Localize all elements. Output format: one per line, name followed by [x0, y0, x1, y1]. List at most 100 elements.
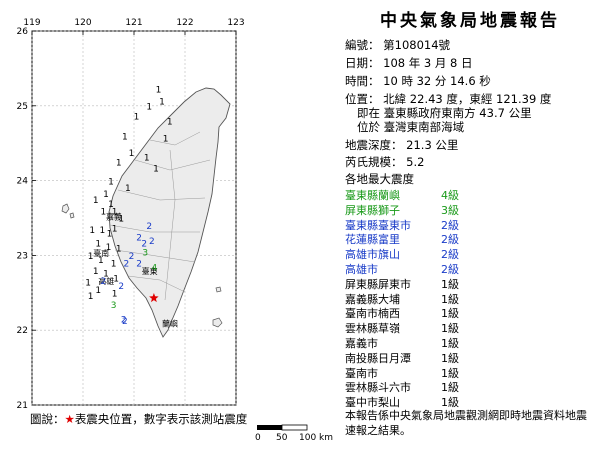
intensity-row: 南投縣日月潭 1級 [345, 352, 595, 367]
star-icon: ★ [64, 412, 75, 426]
station-name: 臺南市 [345, 366, 378, 380]
intensity-level: 1級 [441, 366, 459, 380]
station-name: 臺南市楠西 [345, 307, 400, 321]
place-label: 蘭嶼 [162, 318, 178, 328]
station-intensity: 1 [167, 118, 173, 128]
scale-bar: 0 50 100 km [255, 424, 333, 443]
intensity-level: 1級 [441, 381, 459, 395]
station-name: 屏東縣獅子 [345, 203, 400, 217]
station-name: 高雄市旗山 [345, 248, 400, 262]
intensity-level: 1級 [441, 351, 459, 365]
station-intensity: 2 [101, 277, 107, 287]
lat-tick-label: 21 [17, 401, 28, 411]
intensity-row: 臺南市楠西 1級 [345, 307, 595, 322]
station-name: 花蓮縣富里 [345, 233, 400, 247]
station-intensity: 1 [100, 226, 106, 236]
station-intensity: 1 [85, 278, 91, 288]
report-title: 中央氣象局地震報告 [380, 11, 560, 31]
intensity-row: 屏東縣屏東市 1級 [345, 278, 595, 293]
station-intensity: 2 [122, 317, 128, 327]
intensity-row: 臺南市 1級 [345, 367, 595, 382]
station-intensity: 1 [125, 184, 131, 194]
intensity-row: 花蓮縣富里 2級 [345, 233, 595, 248]
station-intensity: 3 [111, 301, 117, 311]
station-intensity: 1 [156, 85, 162, 95]
intensity-level: 1級 [441, 292, 459, 306]
report-depth: 地震深度： 21.3 公里 [345, 138, 459, 152]
report-date: 日期： 108 年 3 月 8 日 [345, 56, 473, 70]
station-intensity: 2 [136, 260, 142, 270]
intensity-row: 臺東縣臺東市 2級 [345, 219, 595, 234]
intensity-header: 各地最大震度 [345, 172, 414, 186]
map-legend: 圖說：★表震央位置，數字表示該測站震度 [30, 411, 247, 427]
intensity-row: 嘉義市 1級 [345, 337, 595, 352]
station-name: 屏東縣屏東市 [345, 277, 411, 291]
lon-tick-label: 123 [227, 18, 244, 28]
station-intensity: 1 [89, 226, 95, 236]
station-intensity: 4 [152, 263, 158, 273]
station-intensity: 1 [101, 207, 107, 217]
station-intensity: 1 [159, 97, 165, 107]
station-intensity: 1 [112, 207, 118, 217]
report-location: 位置： 北緯 22.43 度，東經 121.39 度 [345, 92, 552, 106]
station-intensity: 1 [153, 165, 159, 175]
station-intensity: 1 [134, 112, 140, 122]
station-intensity: 1 [108, 177, 114, 187]
intensity-level: 2級 [441, 218, 459, 232]
report-magnitude: 芮氏規模： 5.2 [345, 155, 425, 169]
station-intensity: 1 [146, 103, 152, 113]
lat-tick-label: 23 [17, 251, 28, 261]
intensity-row: 高雄市 2級 [345, 263, 595, 278]
station-intensity: 1 [93, 267, 99, 277]
station-intensity: 2 [146, 222, 152, 232]
station-name: 高雄市 [345, 262, 378, 276]
station-name: 臺東縣臺東市 [345, 218, 411, 232]
station-intensity: 1 [129, 149, 135, 159]
station-intensity: 1 [112, 290, 118, 300]
intensity-level: 2級 [441, 233, 459, 247]
scale-label-unit: km [319, 433, 333, 443]
scale-label-0: 0 [255, 433, 261, 443]
station-name: 嘉義縣大埔 [345, 292, 400, 306]
station-name: 雲林縣草嶺 [345, 322, 400, 336]
station-intensity: 1 [88, 292, 94, 302]
intensity-row: 臺東縣蘭嶼 4級 [345, 189, 595, 204]
legend-text: 表震央位置，數字表示該測站震度 [74, 412, 248, 426]
intensity-row: 高雄市旗山 2級 [345, 248, 595, 263]
scale-segment [281, 424, 308, 431]
station-intensity: 2 [149, 237, 155, 247]
station-name: 臺東縣蘭嶼 [345, 189, 400, 202]
intensity-row: 嘉義縣大埔 1級 [345, 293, 595, 308]
station-name: 嘉義市 [345, 336, 378, 350]
station-intensity: 1 [118, 215, 124, 225]
station-intensity: 1 [144, 153, 150, 163]
station-intensity: 1 [103, 190, 109, 200]
report-time: 時間： 10 時 32 分 14.6 秒 [345, 74, 491, 88]
intensity-level: 2級 [441, 248, 459, 262]
intensity-row: 屏東縣獅子 3級 [345, 204, 595, 219]
green-island [215, 286, 222, 293]
intensity-level: 1級 [441, 277, 459, 291]
lat-tick-label: 24 [17, 177, 29, 187]
station-intensity: 1 [111, 260, 117, 270]
intensity-level: 4級 [441, 189, 459, 202]
legend-prefix: 圖說： [30, 412, 65, 426]
station-intensity: 1 [95, 286, 101, 296]
station-intensity: 1 [112, 224, 118, 234]
station-name: 南投縣日月潭 [345, 351, 411, 365]
scale-segment [257, 425, 282, 430]
station-intensity: 2 [129, 252, 135, 262]
station-intensity: 1 [122, 132, 128, 142]
station-intensity: 3 [142, 248, 148, 258]
station-intensity: 2 [118, 282, 124, 292]
station-intensity: 1 [116, 245, 122, 255]
report-location-region: 位於 臺灣東南部海域 [357, 120, 465, 134]
station-intensity: 1 [88, 252, 94, 262]
epicenter-map: 119 120 121 122 123262524232221 臺東蘭嶼嘉義臺南高雄 1… [17, 18, 245, 411]
lon-tick-label: 121 [125, 18, 142, 28]
station-intensity: 1 [93, 196, 99, 206]
intensity-level: 3級 [441, 203, 459, 217]
intensity-level: 1級 [441, 307, 459, 321]
intensity-level: 1級 [441, 322, 459, 336]
report-number: 編號： 第108014號 [345, 38, 451, 52]
